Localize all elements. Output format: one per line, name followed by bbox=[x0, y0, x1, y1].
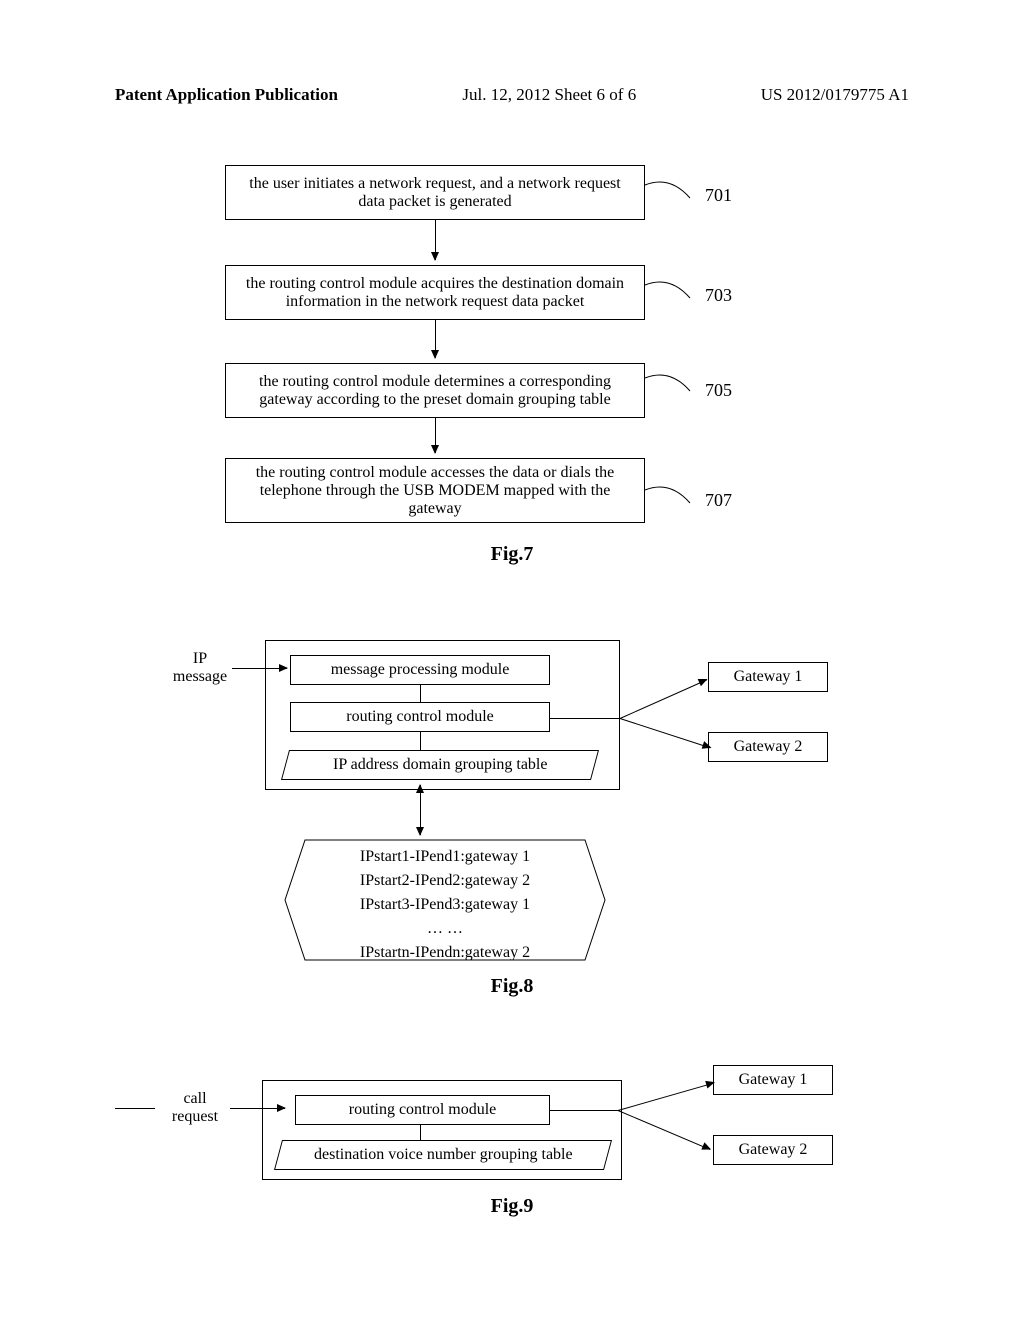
arrow-down-icon bbox=[435, 220, 436, 260]
fig7-num4: 707 bbox=[705, 490, 732, 511]
fig9-gw2: Gateway 2 bbox=[713, 1135, 833, 1165]
fig8-grouping: IP address domain grouping table bbox=[281, 750, 599, 780]
fig7-num1: 701 bbox=[705, 185, 732, 206]
fig7-box3: the routing control module determines a … bbox=[225, 363, 645, 418]
line-icon bbox=[550, 1110, 620, 1111]
connector-icon bbox=[640, 280, 700, 310]
arrow-diag-icon bbox=[620, 679, 707, 719]
arrow-down-icon bbox=[435, 320, 436, 358]
fig8-routing: routing control module bbox=[290, 702, 550, 732]
fig8-ip-label: IP message bbox=[170, 650, 230, 686]
fig8-table-content: IPstart1-IPend1:gateway 1 IPstart2-IPend… bbox=[330, 845, 560, 965]
fig7-box4: the routing control module accesses the … bbox=[225, 458, 645, 523]
page-header: Patent Application Publication Jul. 12, … bbox=[0, 85, 1024, 105]
connector-icon bbox=[640, 180, 700, 210]
fig9-caption: Fig.9 bbox=[0, 1195, 1024, 1218]
fig8-gw2: Gateway 2 bbox=[708, 732, 828, 762]
fig7-num3: 705 bbox=[705, 380, 732, 401]
fig9-grouping-text: destination voice number grouping table bbox=[314, 1146, 573, 1164]
line-icon bbox=[550, 718, 620, 719]
line-icon bbox=[420, 732, 421, 750]
arrow-diag-icon bbox=[620, 718, 711, 748]
line-icon bbox=[420, 1125, 421, 1140]
fig7-num2: 703 bbox=[705, 285, 732, 306]
connector-icon bbox=[640, 373, 700, 403]
header-left: Patent Application Publication bbox=[115, 85, 338, 105]
line-icon bbox=[420, 685, 421, 703]
fig8-grouping-text: IP address domain grouping table bbox=[333, 756, 547, 774]
arrow-diag-icon bbox=[618, 1082, 714, 1111]
header-center: Jul. 12, 2012 Sheet 6 of 6 bbox=[462, 85, 636, 105]
fig7-box1: the user initiates a network request, an… bbox=[225, 165, 645, 220]
fig9-gw1: Gateway 1 bbox=[713, 1065, 833, 1095]
fig9-grouping: destination voice number grouping table bbox=[274, 1140, 612, 1170]
double-arrow-icon bbox=[420, 785, 421, 835]
header-right: US 2012/0179775 A1 bbox=[761, 85, 909, 105]
fig9-call-label: call request bbox=[165, 1090, 225, 1126]
fig8-gw1: Gateway 1 bbox=[708, 662, 828, 692]
fig8-msg-proc: message processing module bbox=[290, 655, 550, 685]
fig7-box2: the routing control module acquires the … bbox=[225, 265, 645, 320]
fig7-caption: Fig.7 bbox=[0, 543, 1024, 566]
connector-icon bbox=[640, 485, 700, 515]
arrow-diag-icon bbox=[618, 1110, 710, 1150]
fig8-caption: Fig.8 bbox=[0, 975, 1024, 998]
dash-line-icon bbox=[115, 1108, 155, 1109]
arrow-down-icon bbox=[435, 418, 436, 453]
fig9-routing: routing control module bbox=[295, 1095, 550, 1125]
